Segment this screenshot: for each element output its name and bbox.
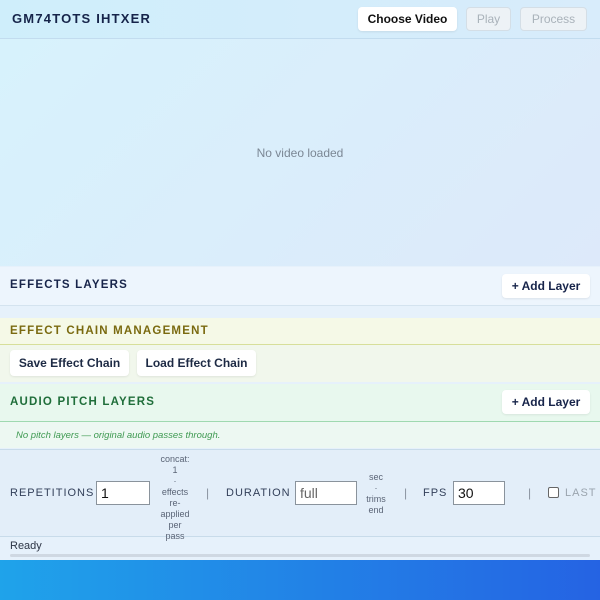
footer-gradient-bar — [0, 560, 600, 600]
process-button[interactable]: Process — [520, 7, 587, 31]
repetitions-label: REPETITIONS — [10, 487, 95, 499]
last-frame-label: LAST F — [565, 487, 600, 499]
effect-chain-header: EFFECT CHAIN MANAGEMENT — [0, 318, 600, 345]
effect-chain-section: EFFECT CHAIN MANAGEMENT Save Effect Chai… — [0, 318, 600, 382]
render-controls: REPETITIONS concat: 1 · effects re- appl… — [0, 449, 600, 541]
save-effect-chain-button[interactable]: Save Effect Chain — [10, 350, 129, 376]
load-effect-chain-button[interactable]: Load Effect Chain — [137, 350, 256, 376]
separator: | — [206, 486, 210, 500]
no-pitch-message: No pitch layers — original audio passes … — [16, 430, 221, 441]
no-video-message: No video loaded — [256, 146, 344, 160]
effects-layers-title: EFFECTS LAYERS — [10, 279, 128, 291]
app-title: GM74TOTS IHTXER — [12, 11, 152, 26]
separator: | — [528, 486, 532, 500]
audio-pitch-title: AUDIO PITCH LAYERS — [10, 396, 156, 408]
audio-pitch-section: AUDIO PITCH LAYERS + Add Layer No pitch … — [0, 384, 600, 448]
effect-chain-title: EFFECT CHAIN MANAGEMENT — [10, 325, 209, 337]
audio-pitch-header: AUDIO PITCH LAYERS + Add Layer — [0, 384, 600, 422]
duration-input[interactable] — [295, 481, 357, 505]
video-preview: No video loaded — [0, 39, 600, 266]
duration-note: sec · trims end — [366, 472, 386, 515]
add-pitch-layer-button[interactable]: + Add Layer — [502, 390, 590, 414]
progress-bar — [10, 554, 590, 557]
duration-label: DURATION — [226, 487, 291, 499]
effects-layers-section: EFFECTS LAYERS + Add Layer — [0, 267, 600, 306]
fps-label: FPS — [423, 487, 448, 499]
play-button[interactable]: Play — [466, 7, 511, 31]
separator: | — [404, 486, 408, 500]
repetitions-input[interactable] — [96, 481, 150, 505]
last-frame-checkbox[interactable] — [548, 487, 559, 498]
fps-input[interactable] — [453, 481, 505, 505]
choose-video-button[interactable]: Choose Video — [358, 7, 457, 31]
add-effect-layer-button[interactable]: + Add Layer — [502, 274, 590, 298]
repetitions-note: concat: 1 · effects re- applied per pass — [160, 454, 190, 541]
app-header: GM74TOTS IHTXER Choose Video Play Proces… — [0, 0, 600, 39]
status-text: Ready — [10, 540, 42, 552]
